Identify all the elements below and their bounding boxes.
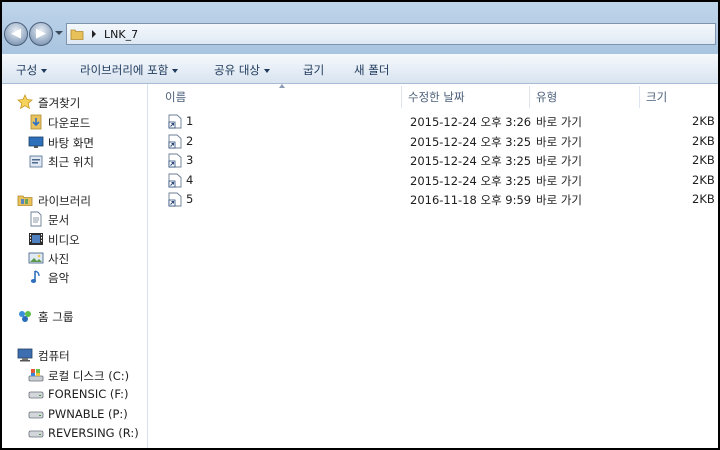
- drive-icon: [28, 391, 44, 399]
- column-header-name[interactable]: 이름: [148, 84, 400, 108]
- file-modified: 2015-12-24 오후 3:26: [410, 115, 532, 129]
- file-name: 4: [186, 173, 194, 187]
- shortcut-file-icon: [168, 114, 182, 129]
- file-type: 바로 가기: [536, 135, 582, 149]
- file-modified: 2015-12-24 오후 3:25: [410, 135, 532, 149]
- command-bar: 구성 라이브러리에 포함 공유 대상 굽기 새 폴더: [2, 54, 718, 84]
- new-folder-button[interactable]: 새 폴더: [354, 62, 389, 78]
- file-row[interactable]: 1 2015-12-24 오후 3:26 바로 가기 2KB: [164, 112, 716, 131]
- star-icon: [17, 94, 33, 110]
- file-type: 바로 가기: [536, 193, 582, 207]
- picture-icon: [28, 252, 44, 264]
- shortcut-file-icon: [168, 153, 182, 168]
- file-row[interactable]: 5 2016-11-18 오후 9:59 바로 가기 2KB: [164, 190, 716, 209]
- drive-icon: [28, 430, 44, 438]
- file-name: 2: [186, 134, 194, 148]
- file-size: 2KB: [692, 192, 715, 206]
- organize-button[interactable]: 구성: [16, 62, 48, 78]
- file-size: 2KB: [692, 134, 715, 148]
- computer-icon: [17, 348, 33, 362]
- shortcut-file-icon: [168, 192, 182, 207]
- breadcrumb-current-folder[interactable]: LNK_7: [104, 28, 138, 41]
- share-with-button[interactable]: 공유 대상: [214, 62, 270, 78]
- drive-icon: [28, 411, 44, 419]
- file-name: 5: [186, 192, 194, 206]
- video-icon: [29, 233, 43, 245]
- explorer-window: ◀ ▶ LNK_7 구성 라이브러리에 포함 공유 대상 굽기 새 폴더 즐겨찾…: [2, 2, 718, 448]
- chevron-down-icon: [263, 68, 270, 73]
- column-header-type[interactable]: 유형: [530, 84, 638, 108]
- file-type: 바로 가기: [536, 154, 582, 168]
- address-bar-area: ◀ ▶ LNK_7: [2, 2, 718, 54]
- address-bar[interactable]: LNK_7: [66, 23, 716, 45]
- downloads-folder-icon: [30, 114, 42, 130]
- column-header-size[interactable]: 크기: [640, 84, 716, 108]
- back-button[interactable]: ◀: [4, 22, 28, 46]
- folder-icon: [70, 29, 84, 40]
- file-modified: 2015-12-24 오후 3:25: [410, 174, 532, 188]
- file-modified: 2016-11-18 오후 9:59: [410, 193, 532, 207]
- file-name: 1: [186, 114, 194, 128]
- include-in-library-button[interactable]: 라이브러리에 포함: [80, 62, 179, 78]
- file-type: 바로 가기: [536, 115, 582, 129]
- column-header-modified[interactable]: 수정한 날짜: [402, 84, 528, 108]
- music-note-icon: [30, 270, 40, 283]
- forward-button[interactable]: ▶: [29, 22, 53, 46]
- chevron-down-icon: [172, 68, 179, 73]
- shortcut-file-icon: [168, 173, 182, 188]
- desktop-icon: [28, 136, 44, 148]
- file-size: 2KB: [692, 114, 715, 128]
- file-size: 2KB: [692, 173, 715, 187]
- breadcrumb-separator-icon[interactable]: [92, 30, 96, 38]
- navigation-pane: 즐겨찾기 다운로드 바탕 화면 최근 위치 라이브러리 문서 비디오 사진 음악…: [2, 84, 148, 448]
- file-row[interactable]: 3 2015-12-24 오후 3:25 바로 가기 2KB: [164, 151, 716, 170]
- file-modified: 2015-12-24 오후 3:25: [410, 154, 532, 168]
- homegroup-icon: [19, 311, 31, 322]
- file-row[interactable]: 2 2015-12-24 오후 3:25 바로 가기 2KB: [164, 132, 716, 151]
- recent-pages-dropdown-icon[interactable]: [55, 31, 63, 35]
- document-icon: [30, 211, 42, 227]
- file-row[interactable]: 4 2015-12-24 오후 3:25 바로 가기 2KB: [164, 171, 716, 190]
- file-type: 바로 가기: [536, 174, 582, 188]
- file-size: 2KB: [692, 153, 715, 167]
- burn-button[interactable]: 굽기: [303, 62, 324, 78]
- system-drive-icon: [28, 369, 44, 382]
- chevron-down-icon: [41, 68, 48, 73]
- shortcut-file-icon: [168, 134, 182, 149]
- library-icon: [17, 195, 33, 206]
- recent-places-icon: [29, 155, 43, 168]
- file-name: 3: [186, 153, 194, 167]
- file-list-pane: 이름 수정한 날짜 유형 크기 1 2015-12-24 오후 3:26 바로 …: [148, 84, 718, 448]
